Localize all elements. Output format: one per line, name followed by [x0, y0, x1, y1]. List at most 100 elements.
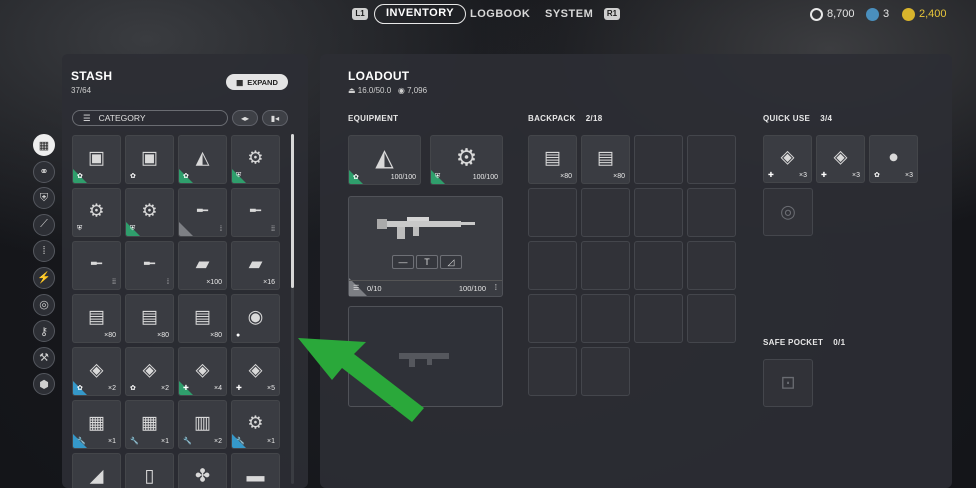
wrench-key-icon[interactable]: ⚷: [33, 320, 55, 343]
attachment-slot-muzzle[interactable]: —: [392, 255, 414, 269]
safe-pocket-slot[interactable]: ⊡: [763, 359, 813, 407]
item-icon: ◈: [142, 359, 157, 380]
coins-value: 8,700: [827, 8, 855, 20]
stash-item-slot[interactable]: ▣ ✿: [72, 135, 121, 184]
grid-icon[interactable]: ▦: [33, 134, 55, 156]
stash-item-slot[interactable]: ▰ ×16: [231, 241, 280, 290]
stash-item-slot[interactable]: ⚙ 🔧 ×1: [231, 400, 280, 449]
loadout-stats: ⏏ 16.0/50.0 ◉ 7,096: [348, 86, 427, 95]
stash-item-slot[interactable]: ▤ ×80: [125, 294, 174, 343]
backpack-slot[interactable]: [581, 188, 630, 237]
link-icon[interactable]: ⚭: [33, 160, 55, 183]
stash-item-slot[interactable]: ◈ ✚ ×5: [231, 347, 280, 396]
bolt-icon[interactable]: ⚡: [33, 266, 55, 289]
stash-item-slot[interactable]: ▦ 🔧 ×1: [72, 400, 121, 449]
tab-inventory[interactable]: INVENTORY: [374, 4, 467, 24]
ring-icon[interactable]: ◎: [33, 293, 55, 316]
stash-item-slot[interactable]: ▬: [231, 453, 280, 488]
stash-item-slot[interactable]: ◈ ✿ ×2: [72, 347, 121, 396]
stash-item-slot[interactable]: ╾ ⁞: [178, 188, 227, 237]
stash-item-slot[interactable]: ▯: [125, 453, 174, 488]
stash-item-slot[interactable]: ╾ ⁞⁞: [231, 188, 280, 237]
backpack-slot[interactable]: [687, 241, 736, 290]
stash-item-slot[interactable]: ⚙ ⛨: [72, 188, 121, 237]
item-type-icon: ✿: [130, 385, 136, 392]
item-icon: ▬: [246, 465, 265, 486]
item-type-icon: 🔧: [183, 438, 192, 445]
item-quantity: ×2: [214, 438, 222, 445]
backpack-slot[interactable]: [634, 294, 683, 343]
tab-logbook[interactable]: LOGBOOK: [470, 4, 530, 24]
blade-icon[interactable]: ⟋: [33, 213, 55, 236]
backpack-slot[interactable]: [581, 294, 630, 343]
item-quantity: ×80: [210, 332, 222, 339]
stash-item-slot[interactable]: ╾ ⁞⁞: [72, 241, 121, 290]
item-quantity: ⁞: [220, 226, 222, 233]
item-type-icon: ⛨: [435, 173, 441, 180]
augment-item-icon: ◭: [375, 144, 394, 172]
item-quantity: ×3: [905, 172, 913, 179]
stash-item-slot[interactable]: ╾ ⁞: [125, 241, 174, 290]
equipment-slot-augment[interactable]: ◭ ✿ 100/100: [348, 135, 421, 185]
stash-item-slot[interactable]: ✤: [178, 453, 227, 488]
item-quantity: ×1: [267, 438, 275, 445]
stash-item-slot[interactable]: ▥ 🔧 ×2: [178, 400, 227, 449]
quick-use-slot[interactable]: ◈ ✚ ×3: [763, 135, 812, 183]
item-icon: ◈: [89, 359, 104, 380]
stash-count: 37/64: [71, 86, 92, 95]
attachment-slot-stock[interactable]: ◿: [440, 255, 462, 269]
stash-item-slot[interactable]: ▤ ×80: [178, 294, 227, 343]
attachment-slot-sight[interactable]: T: [416, 255, 438, 269]
expand-button[interactable]: ▦ EXPAND: [226, 74, 288, 90]
equipment-slot-shield[interactable]: ⚙ ⛨ 100/100: [430, 135, 503, 185]
tab-system[interactable]: SYSTEM: [545, 4, 593, 24]
stash-item-slot[interactable]: ⚙ ⛨: [125, 188, 174, 237]
item-type-icon: ⛨: [77, 225, 83, 232]
quick-use-locked-slot[interactable]: ◎: [763, 188, 813, 236]
scrollbar-thumb[interactable]: [291, 134, 294, 288]
cube-icon[interactable]: ⬢: [33, 373, 55, 396]
ammo-icon[interactable]: ⁞: [33, 240, 55, 263]
quick-use-count: 3/4: [820, 114, 833, 123]
stash-item-slot[interactable]: ▦ 🔧 ×1: [125, 400, 174, 449]
backpack-slot[interactable]: [634, 135, 683, 184]
stash-item-slot[interactable]: ◈ ✚ ×4: [178, 347, 227, 396]
stash-item-slot[interactable]: ◉ ●: [231, 294, 280, 343]
category-filter[interactable]: ☰ CATEGORY: [72, 110, 228, 126]
item-type-icon: 🔧: [236, 438, 245, 445]
wrench-icon[interactable]: ⚒: [33, 346, 55, 369]
transfer-button[interactable]: ▮◂: [262, 110, 288, 126]
stash-item-slot[interactable]: ◭ ✿: [178, 135, 227, 184]
backpack-slot[interactable]: [634, 241, 683, 290]
item-icon: ◈: [195, 359, 210, 380]
item-icon: ▤: [193, 306, 212, 327]
backpack-slot[interactable]: [528, 347, 577, 396]
shield-icon[interactable]: ⛨: [33, 187, 55, 210]
sort-button[interactable]: ◂▸: [232, 110, 258, 126]
backpack-slot[interactable]: [687, 135, 736, 184]
item-quantity: ⁞⁞: [112, 279, 116, 286]
stash-item-slot[interactable]: ▤ ×80: [72, 294, 121, 343]
backpack-slot[interactable]: ▤ ×80: [528, 135, 577, 184]
backpack-slot[interactable]: [581, 241, 630, 290]
stash-item-slot[interactable]: ▣ ✿: [125, 135, 174, 184]
shield-item-icon: ⚙: [455, 144, 478, 172]
weapon-slot-primary[interactable]: — T ◿ ☰ 0/10 100/100 ⁞: [348, 196, 503, 297]
backpack-slot[interactable]: ▤ ×80: [581, 135, 630, 184]
backpack-slot[interactable]: [634, 188, 683, 237]
stash-item-slot[interactable]: ◢: [72, 453, 121, 488]
stash-item-slot[interactable]: ◈ ✿ ×2: [125, 347, 174, 396]
backpack-slot[interactable]: [581, 347, 630, 396]
backpack-slot[interactable]: [528, 188, 577, 237]
quick-use-title: QUICK USE: [763, 114, 811, 123]
backpack-slot[interactable]: [687, 188, 736, 237]
stash-item-slot[interactable]: ▰ ×100: [178, 241, 227, 290]
quick-use-slot[interactable]: ◈ ✚ ×3: [816, 135, 865, 183]
quick-use-slot[interactable]: ● ✿ ×3: [869, 135, 918, 183]
stash-item-slot[interactable]: ⚙ ⛨: [231, 135, 280, 184]
expand-label: EXPAND: [247, 77, 278, 87]
item-type-icon: ●: [236, 332, 241, 339]
backpack-slot[interactable]: [528, 241, 577, 290]
backpack-slot[interactable]: [528, 294, 577, 343]
backpack-slot[interactable]: [687, 294, 736, 343]
